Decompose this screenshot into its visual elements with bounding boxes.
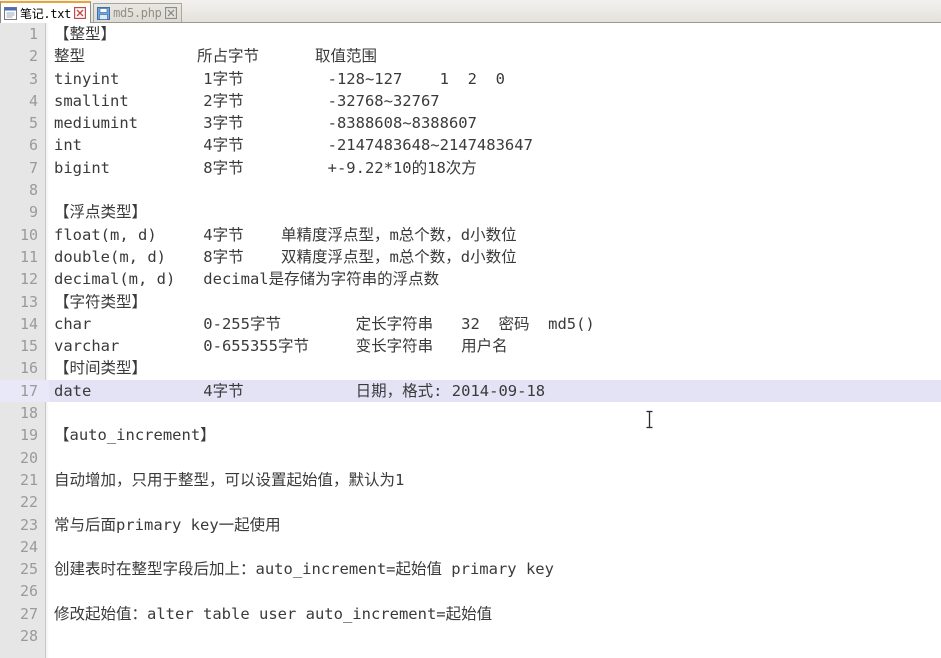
document-icon — [4, 6, 17, 20]
line-text: decimal(m, d) decimal是存储为字符串的浮点数 — [54, 270, 440, 289]
text-editor-pane[interactable]: 1 【整型】 2 整型 所占字节 取值范围 3 tinyint 1字节 -128~127 … — [0, 23, 941, 658]
code-line[interactable]: 19 【auto_increment】 — [0, 424, 941, 446]
line-text: bigint 8字节 +-9.22*10的18次方 — [54, 158, 477, 177]
code-line[interactable]: 22 — [0, 491, 941, 513]
tab-md5-php[interactable]: md5.php — [93, 3, 182, 22]
line-number: 28 — [19, 627, 38, 646]
line-text: smallint 2字节 -32768~32767 — [54, 91, 440, 110]
line-number: 5 — [28, 114, 38, 133]
code-line[interactable]: 2 整型 所占字节 取值范围 — [0, 45, 941, 67]
line-number: 15 — [19, 337, 38, 356]
tab-label: 笔记.txt — [20, 6, 72, 21]
line-text: float(m, d) 4字节 单精度浮点型，m总个数，d小数位 — [54, 225, 517, 244]
line-text: 创建表时在整型字段后加上：auto_increment=起始值 primary … — [54, 560, 554, 579]
code-line[interactable]: 27 修改起始值：alter table user auto_increment=… — [0, 603, 941, 625]
line-text: 常与后面primary key一起使用 — [54, 515, 281, 534]
line-text: 【时间类型】 — [54, 359, 148, 378]
code-line[interactable]: 4 smallint 2字节 -32768~32767 — [0, 90, 941, 112]
code-line[interactable]: 10 float(m, d) 4字节 单精度浮点型，m总个数，d小数位 — [0, 224, 941, 246]
line-text: 【auto_increment】 — [54, 426, 216, 445]
code-area[interactable]: 1 【整型】 2 整型 所占字节 取值范围 3 tinyint 1字节 -128~127 … — [0, 23, 941, 658]
line-text: varchar 0-655355字节 变长字符串 用户名 — [54, 337, 508, 356]
line-text: date 4字节 日期，格式: 2014-09-18 — [54, 381, 546, 400]
line-number: 4 — [28, 91, 38, 110]
code-line[interactable]: 14 char 0-255字节 定长字符串 32 密码 md5() — [0, 313, 941, 335]
code-line[interactable]: 3 tinyint 1字节 -128~127 1 2 0 — [0, 68, 941, 90]
line-text: 整型 所占字节 取值范围 — [54, 47, 377, 66]
line-text: int 4字节 -2147483648~2147483647 — [54, 136, 533, 155]
code-line[interactable]: 16 【时间类型】 — [0, 357, 941, 379]
code-line[interactable]: 21 自动增加，只用于整型，可以设置起始值，默认为1 — [0, 469, 941, 491]
line-number: 2 — [28, 47, 38, 66]
code-line[interactable]: 23 常与后面primary key一起使用 — [0, 514, 941, 536]
code-line[interactable]: 20 — [0, 447, 941, 469]
code-line[interactable]: 11 double(m, d) 8字节 双精度浮点型，m总个数，d小数位 — [0, 246, 941, 268]
close-icon[interactable] — [73, 6, 87, 20]
tab-notes-txt[interactable]: 笔记.txt — [0, 1, 92, 23]
code-line[interactable]: 25 创建表时在整型字段后加上：auto_increment=起始值 primar… — [0, 558, 941, 580]
line-text: 【整型】 — [54, 25, 117, 43]
line-number: 6 — [28, 136, 38, 155]
line-number: 22 — [19, 493, 38, 512]
code-line[interactable]: 1 【整型】 — [0, 23, 941, 45]
line-number: 12 — [19, 270, 38, 289]
close-icon[interactable] — [164, 6, 177, 20]
line-number: 17 — [19, 381, 38, 400]
tab-bar: 笔记.txt md5.php — [0, 0, 941, 23]
line-number: 10 — [19, 225, 38, 244]
tab-label: md5.php — [113, 6, 162, 20]
code-line[interactable]: 9 【浮点类型】 — [0, 201, 941, 223]
code-line[interactable]: 26 — [0, 580, 941, 602]
code-line[interactable]: 13 【字符类型】 — [0, 291, 941, 313]
line-text: 【浮点类型】 — [54, 203, 148, 222]
line-text: 自动增加，只用于整型，可以设置起始值，默认为1 — [54, 470, 405, 489]
line-text: 【字符类型】 — [54, 292, 148, 311]
line-number: 24 — [19, 537, 38, 556]
code-line[interactable]: 6 int 4字节 -2147483648~2147483647 — [0, 134, 941, 156]
line-number: 20 — [19, 448, 38, 467]
line-number: 26 — [19, 582, 38, 601]
line-number: 14 — [19, 314, 38, 333]
line-number: 25 — [19, 560, 38, 579]
line-number: 27 — [19, 604, 38, 623]
line-text: mediumint 3字节 -8388608~8388607 — [54, 114, 477, 133]
line-number: 11 — [19, 247, 38, 266]
line-text: tinyint 1字节 -128~127 1 2 0 — [54, 69, 505, 88]
line-number: 19 — [19, 426, 38, 445]
line-number: 13 — [19, 292, 38, 311]
code-line[interactable]: 8 — [0, 179, 941, 201]
line-text: double(m, d) 8字节 双精度浮点型，m总个数，d小数位 — [54, 247, 517, 266]
line-number: 23 — [19, 515, 38, 534]
line-number: 16 — [19, 359, 38, 378]
code-line[interactable]: 17 date 4字节 日期，格式: 2014-09-18 — [0, 379, 941, 403]
save-floppy-icon — [97, 6, 111, 20]
code-line[interactable]: 12 decimal(m, d) decimal是存储为字符串的浮点数 — [0, 268, 941, 290]
line-number: 8 — [28, 181, 38, 200]
code-line[interactable]: 15 varchar 0-655355字节 变长字符串 用户名 — [0, 335, 941, 357]
line-number: 21 — [19, 470, 38, 489]
line-number: 7 — [28, 158, 38, 177]
line-text: 修改起始值：alter table user auto_increment=起始… — [54, 604, 493, 623]
code-line[interactable]: 28 — [0, 625, 941, 647]
code-line[interactable]: 24 — [0, 536, 941, 558]
line-number: 18 — [19, 404, 38, 423]
line-number: 9 — [28, 203, 38, 222]
code-line[interactable]: 7 bigint 8字节 +-9.22*10的18次方 — [0, 157, 941, 179]
line-number: 1 — [28, 25, 38, 43]
line-text: char 0-255字节 定长字符串 32 密码 md5() — [54, 314, 595, 333]
code-line[interactable]: 18 — [0, 402, 941, 424]
line-number: 3 — [28, 69, 38, 88]
code-line[interactable]: 5 mediumint 3字节 -8388608~8388607 — [0, 112, 941, 134]
